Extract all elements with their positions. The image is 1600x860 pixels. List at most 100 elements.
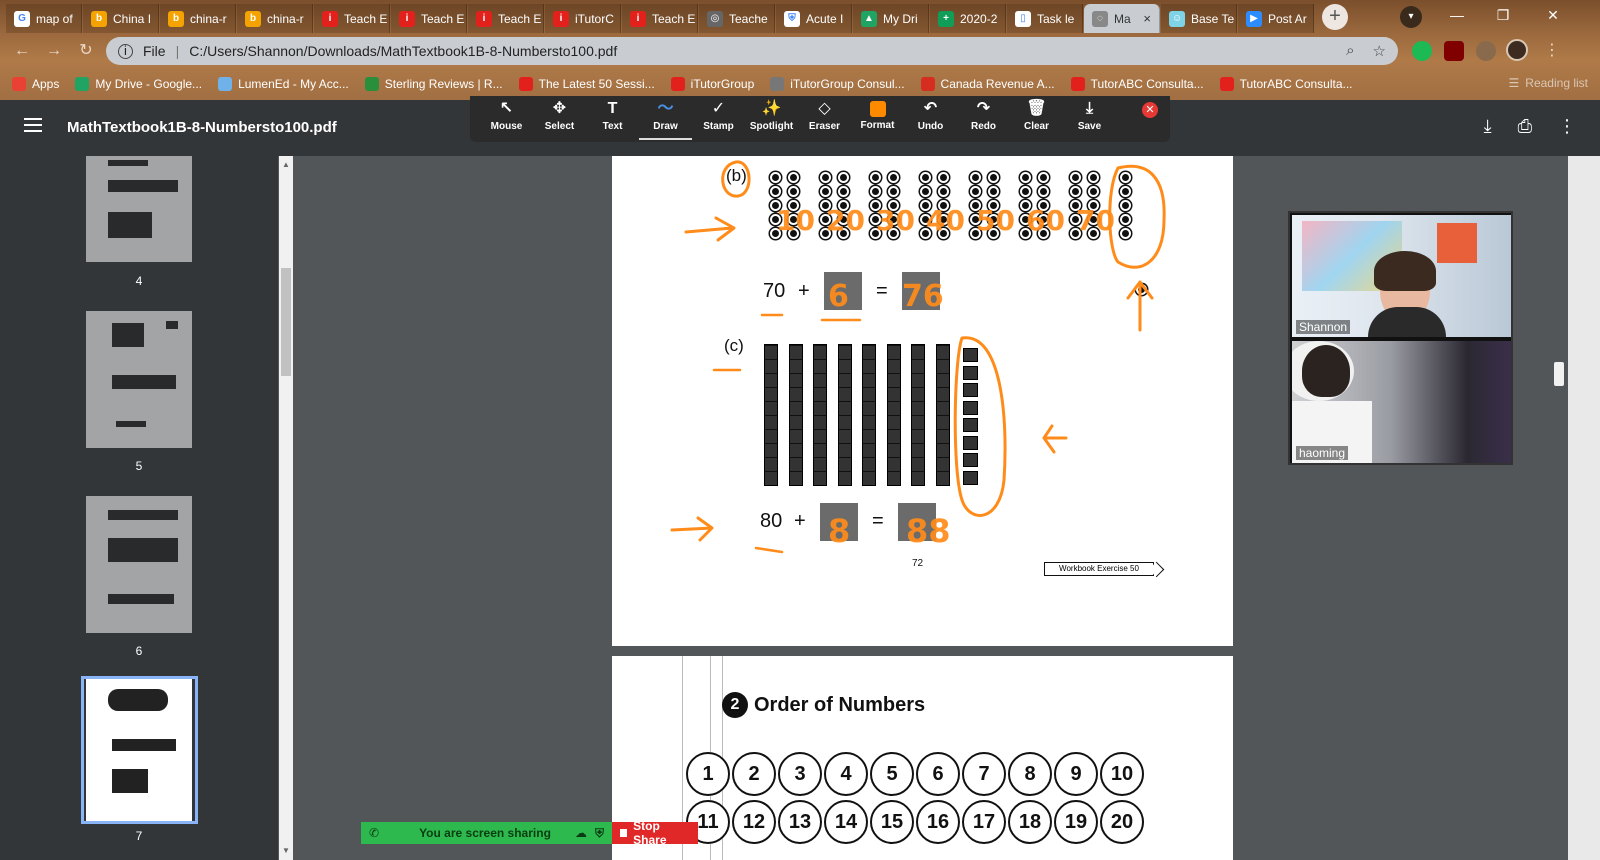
tool-undo-button[interactable]: ↶ Undo [904, 96, 957, 140]
video-tile-haoming[interactable]: haoming [1292, 341, 1511, 463]
tool-spotlight-button[interactable]: ✨ Spotlight [745, 96, 798, 140]
one-bead [1120, 228, 1131, 239]
close-annotation-icon[interactable]: ✕ [1142, 102, 1158, 118]
zoom-icon[interactable]: ⌕ [1346, 42, 1354, 60]
bookmark-favicon-icon [920, 77, 935, 91]
extensions-puzzle-icon[interactable] [1476, 41, 1496, 61]
browser-tab-7[interactable]: i Teach E [468, 4, 544, 33]
browser-tab-15[interactable]: ◌ Ma × [1084, 4, 1160, 33]
print-icon[interactable]: ⎙ [1518, 116, 1532, 137]
tool-eraser-button[interactable]: ◇ Eraser [798, 96, 851, 140]
main-scroll-thumb[interactable] [1554, 362, 1564, 386]
browser-tab-13[interactable]: +2020-2 [930, 4, 1006, 33]
reload-icon[interactable]: ↻ [74, 39, 98, 63]
tab-search-icon[interactable]: ▾ [1400, 6, 1422, 28]
tool-mouse-button[interactable]: ↖ Mouse [480, 96, 533, 140]
thumbnail-label-7: 7 [135, 829, 143, 843]
reading-list[interactable]: ☰ Reading list [1509, 76, 1588, 90]
browser-tab-16[interactable]: ☺ Base Te [1161, 4, 1237, 33]
browser-tab-8[interactable]: i iTutorC [545, 4, 621, 33]
ten-group-bead [1038, 172, 1049, 183]
browser-tab-1[interactable]: Gmap of [6, 4, 82, 33]
bookmark-7[interactable]: iTutorGroup Consul... [770, 77, 905, 91]
eq-b-total-box[interactable] [902, 272, 940, 310]
back-arrow-icon[interactable]: ← [10, 39, 34, 63]
tool-select-button[interactable]: ✥ Select [533, 96, 586, 140]
extension-green-icon[interactable] [1412, 41, 1432, 61]
ten-group-bead [788, 186, 799, 197]
tab-close-icon[interactable]: × [1143, 11, 1151, 26]
ten-group-bead [970, 172, 981, 183]
bookmark-2[interactable]: My Drive - Google... [75, 77, 202, 91]
share-status[interactable]: ✆ You are screen sharing ☁ ⛨ [361, 822, 612, 844]
bookmark-6[interactable]: iTutorGroup [670, 77, 754, 91]
tool-clear-button[interactable]: 🗑 Clear [1010, 96, 1063, 140]
info-icon[interactable]: i [118, 43, 133, 59]
bookmark-4[interactable]: Sterling Reviews | R... [364, 77, 503, 91]
bookmark-favicon-icon [364, 77, 379, 91]
scroll-down-icon[interactable]: ▼ [282, 846, 290, 855]
profile-avatar[interactable] [1506, 39, 1528, 61]
browser-tab-9[interactable]: i Teach E [622, 4, 698, 33]
tool-stamp-button[interactable]: ✓ Stamp [692, 96, 745, 140]
download-icon[interactable]: ⤓ [1484, 116, 1492, 137]
tool-save-button[interactable]: ⤓ Save [1063, 96, 1116, 140]
more-options-icon[interactable]: ⋮ [1558, 116, 1576, 137]
browser-tab-6[interactable]: i Teach E [391, 4, 467, 33]
number-circle: 12 [732, 800, 776, 844]
browser-tab-12[interactable]: ▲ My Dri [853, 4, 929, 33]
bookmark-star-icon[interactable]: ☆ [1373, 42, 1386, 60]
ten-group-bead [838, 214, 849, 225]
thumbnail-page-4[interactable] [86, 156, 192, 262]
minimize-button[interactable]: — [1434, 0, 1480, 32]
stop-share-button[interactable]: Stop Share [612, 819, 698, 847]
window-close-button[interactable]: ✕ [1530, 0, 1576, 32]
tool-format-button[interactable]: Format [851, 96, 904, 140]
bookmark-1[interactable]: Apps [12, 77, 59, 91]
extension-ublock-icon[interactable] [1444, 41, 1464, 61]
address-separator: | [175, 43, 180, 59]
hamburger-menu-icon[interactable] [24, 118, 42, 132]
main-scrollbar[interactable] [1550, 156, 1568, 860]
browser-tab-17[interactable]: ▶ Post Ar [1238, 4, 1314, 33]
eq-b-ones-box[interactable] [824, 272, 862, 310]
number-circle: 19 [1054, 800, 1098, 844]
ten-group-bead [788, 172, 799, 183]
thumbnail-page-6[interactable] [86, 496, 192, 633]
sidebar-scroll-thumb[interactable] [281, 268, 291, 376]
new-tab-button[interactable]: + [1322, 4, 1348, 30]
browser-menu-icon[interactable]: ⋮ [1540, 39, 1564, 63]
bookmark-label: TutorABC Consulta... [1090, 77, 1204, 91]
scroll-up-icon[interactable]: ▲ [282, 160, 290, 169]
tool-label: Undo [917, 121, 944, 132]
eq-c-total-box[interactable] [898, 503, 936, 541]
ten-group-bead [820, 228, 831, 239]
browser-tab-11[interactable]: ⛨ Acute I [776, 4, 852, 33]
bookmark-5[interactable]: The Latest 50 Sessi... [518, 77, 655, 91]
tool-redo-button[interactable]: ↷ Redo [957, 96, 1010, 140]
bookmark-9[interactable]: TutorABC Consulta... [1070, 77, 1204, 91]
eq-c-ones-box[interactable] [820, 503, 858, 541]
browser-tab-2[interactable]: b China I [83, 4, 159, 33]
video-tile-shannon[interactable]: Shannon [1292, 215, 1511, 337]
browser-tab-4[interactable]: b china-r [237, 4, 313, 33]
tool-draw-button[interactable]: 〜 Draw [639, 96, 692, 140]
address-bar[interactable]: i File | C:/Users/Shannon/Downloads/Math… [106, 37, 1398, 65]
ten-group-bead [1070, 186, 1081, 197]
browser-tab-5[interactable]: i Teach E [314, 4, 390, 33]
thumbnail-sidebar: 4 5 6 7 [0, 156, 278, 860]
maximize-button[interactable]: ❐ [1480, 0, 1526, 32]
bookmark-8[interactable]: Canada Revenue A... [920, 77, 1055, 91]
tab-label: Teach E [344, 11, 388, 26]
tool-text-button[interactable]: T Text [586, 96, 639, 140]
browser-tab-14[interactable]: ▯ Task le [1007, 4, 1083, 33]
bookmark-3[interactable]: LumenEd - My Acc... [218, 77, 349, 91]
sidebar-scrollbar[interactable]: ▲ ▼ [279, 156, 293, 860]
thumbnail-page-5[interactable] [86, 311, 192, 448]
browser-tab-3[interactable]: b china-r [160, 4, 236, 33]
ten-group-bead [820, 200, 831, 211]
forward-arrow-icon[interactable]: → [42, 39, 66, 63]
bookmark-10[interactable]: TutorABC Consulta... [1219, 77, 1353, 91]
tool-label: Draw [653, 121, 678, 132]
browser-tab-10[interactable]: ◎ Teache [699, 4, 775, 33]
